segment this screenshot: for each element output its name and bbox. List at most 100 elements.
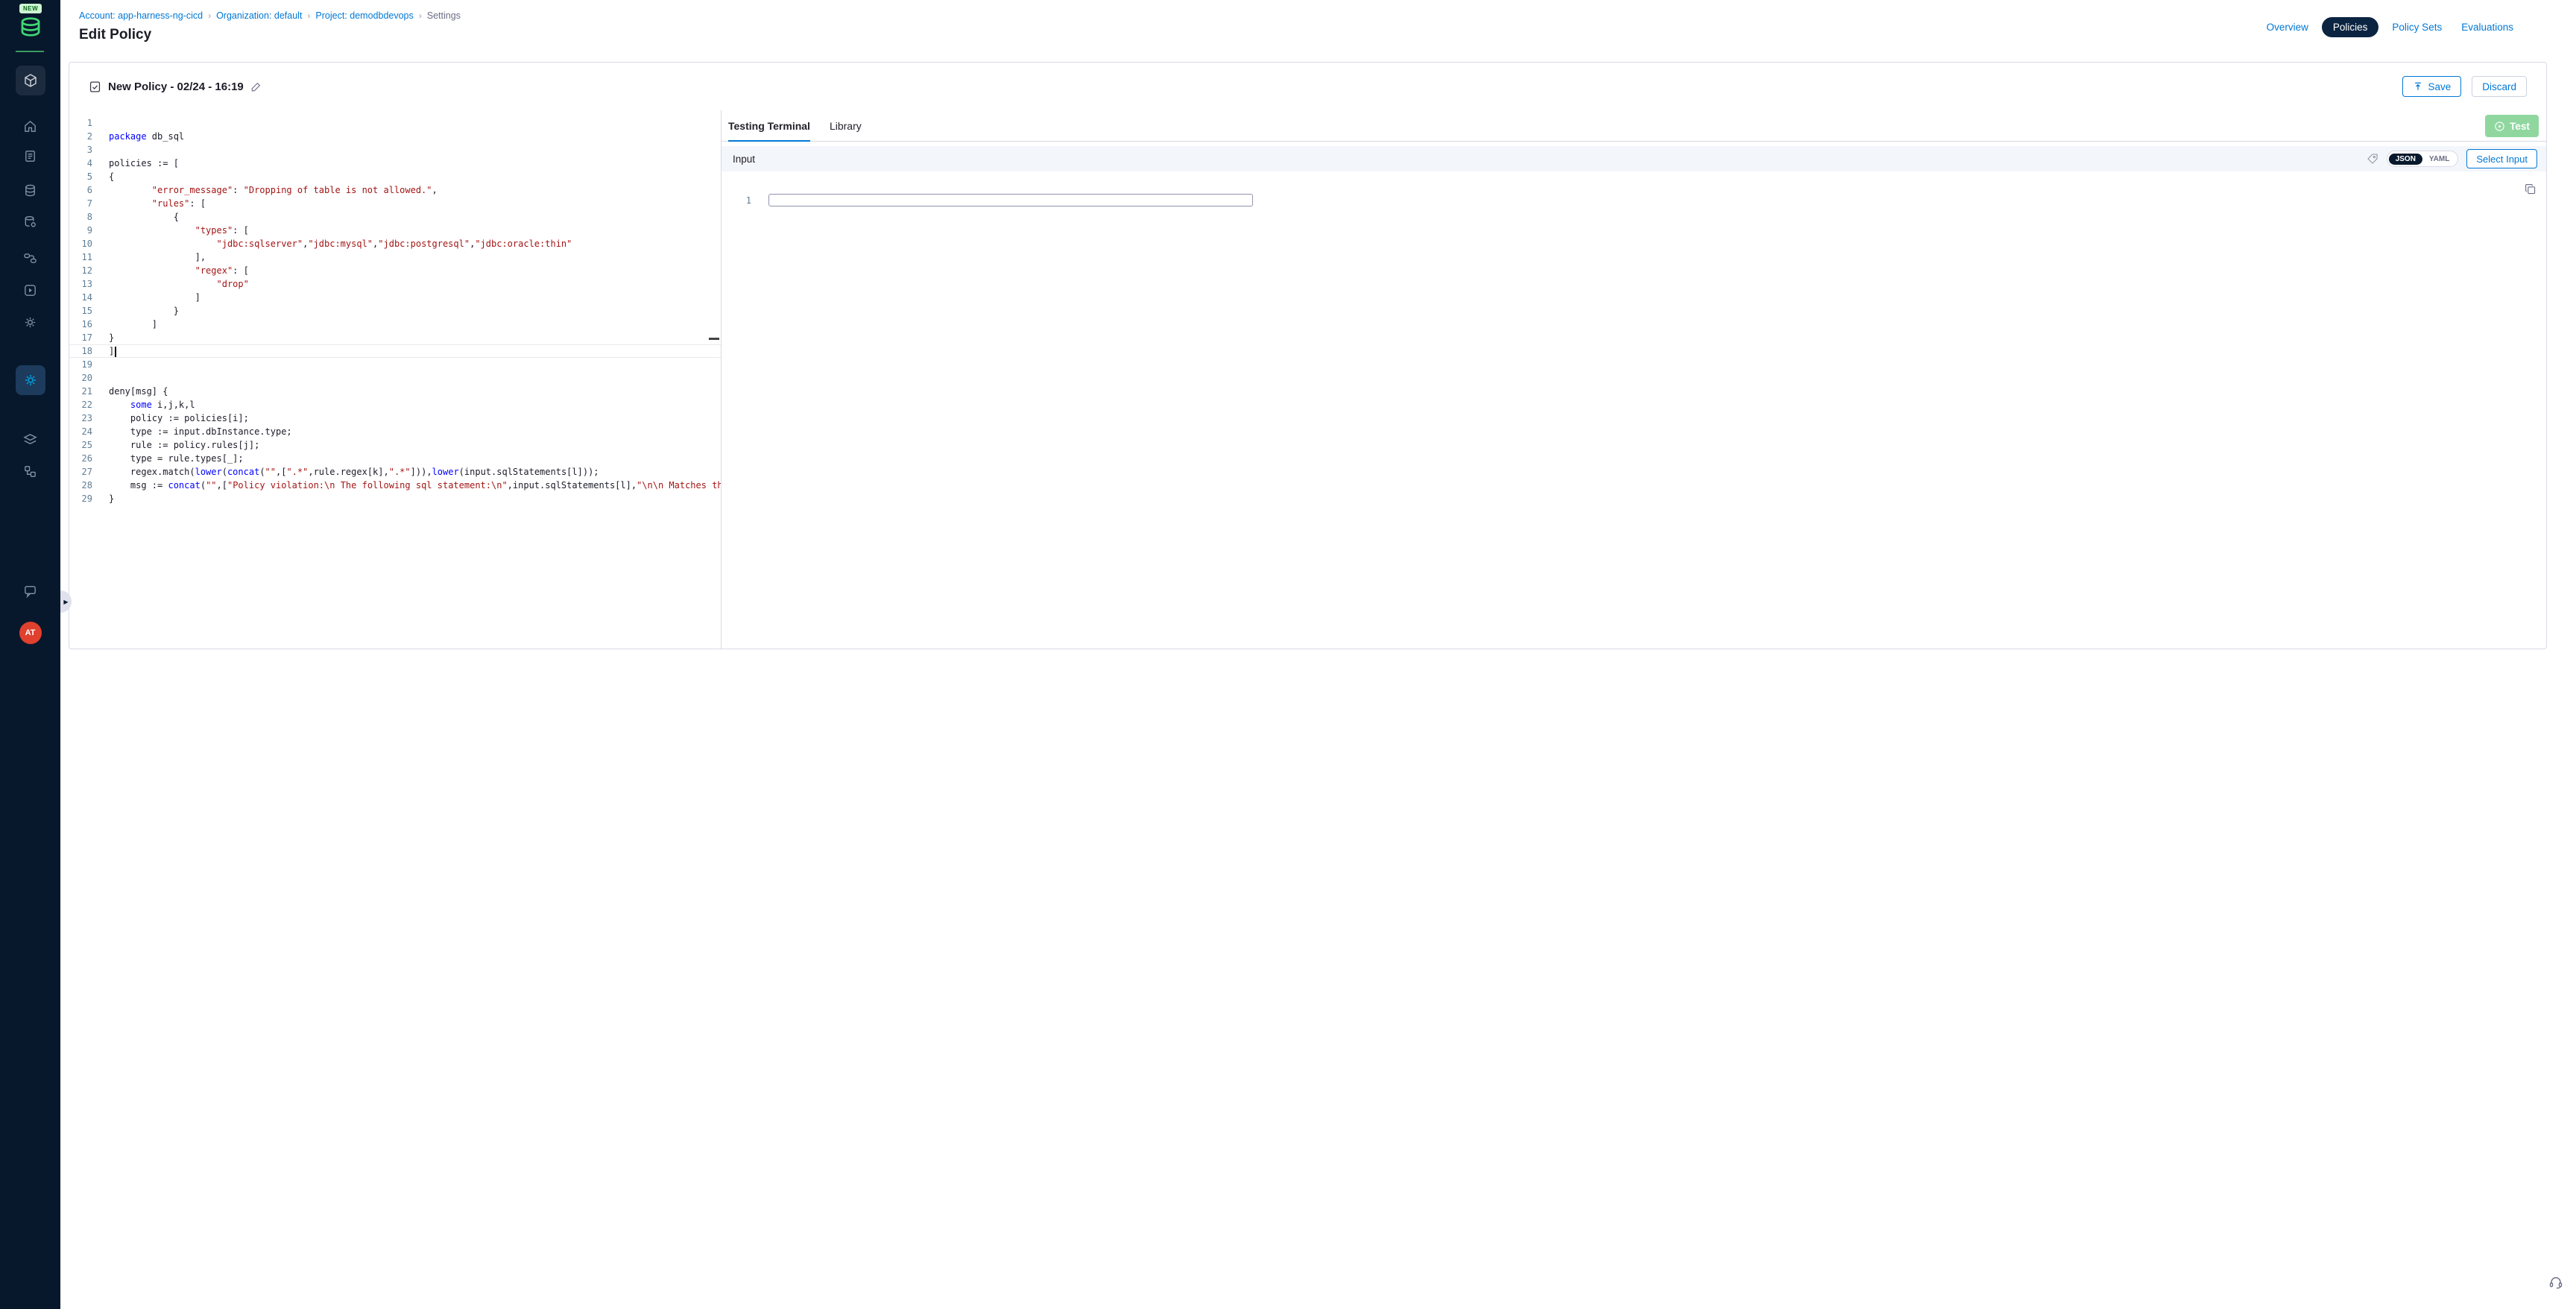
nav-tab-evaluations[interactable]: Evaluations <box>2455 17 2519 37</box>
code-line: "error_message": "Dropping of table is n… <box>109 183 721 197</box>
line-number: 26 <box>69 452 92 465</box>
breadcrumb-item[interactable]: Account: app-harness-ng-cicd <box>79 10 203 21</box>
breadcrumb-separator: › <box>208 10 211 21</box>
code-line <box>109 143 721 157</box>
line-number: 9 <box>69 224 92 237</box>
format-option-yaml[interactable]: YAML <box>2422 154 2456 165</box>
edit-name-icon[interactable] <box>250 81 262 92</box>
line-number: 28 <box>69 479 92 492</box>
test-input-field[interactable] <box>768 194 1253 206</box>
select-input-label: Select Input <box>2476 154 2528 165</box>
line-number: 3 <box>69 143 92 157</box>
test-button[interactable]: Test <box>2485 115 2539 137</box>
code-line: "types": [ <box>109 224 721 237</box>
line-number: 23 <box>69 411 92 425</box>
gear-icon[interactable] <box>23 315 38 329</box>
breadcrumb: Account: app-harness-ng-cicd › Organizatio… <box>79 10 461 21</box>
editor-code: package db_sql policies := [ { "error_mess… <box>109 116 721 505</box>
input-section-label: Input <box>733 154 755 165</box>
code-line: regex.match(lower(concat("",[".*",rule.r… <box>109 465 721 479</box>
settings-nav-active[interactable] <box>16 365 45 395</box>
line-number: 17 <box>69 331 92 344</box>
code-line <box>109 371 721 385</box>
line-number: 16 <box>69 318 92 331</box>
test-input-terminal: 1 <box>722 171 2546 649</box>
code-line: deny[msg] { <box>109 385 721 398</box>
tab-testing-terminal[interactable]: Testing Terminal <box>728 110 810 141</box>
code-line: } <box>109 492 721 505</box>
line-number: 1 <box>69 116 92 130</box>
new-badge: NEW <box>19 4 42 13</box>
policy-card: New Policy - 02/24 - 16:19 Save Discard <box>69 62 2547 649</box>
breadcrumb-separator: › <box>419 10 422 21</box>
line-number: 22 <box>69 398 92 411</box>
line-number: 5 <box>69 170 92 183</box>
policy-file-icon <box>89 81 101 93</box>
nav-tab-policy-sets[interactable]: Policy Sets <box>2386 17 2448 37</box>
testing-tabs: Testing Terminal Library <box>722 110 2546 142</box>
support-icon[interactable] <box>2548 1275 2563 1290</box>
line-number: 21 <box>69 385 92 398</box>
save-button[interactable]: Save <box>2402 76 2461 97</box>
editor-overview-mark <box>709 338 719 340</box>
code-line: package db_sql <box>109 130 721 143</box>
chat-icon[interactable] <box>23 584 38 599</box>
database-settings-icon[interactable] <box>23 214 38 229</box>
code-line: type := input.dbInstance.type; <box>109 425 721 438</box>
editor-cursor <box>115 347 116 357</box>
line-number: 11 <box>69 250 92 264</box>
code-line: "drop" <box>109 277 721 291</box>
line-number: 10 <box>69 237 92 250</box>
code-line: policy := policies[i]; <box>109 411 721 425</box>
nav-tab-policies[interactable]: Policies <box>2322 17 2379 37</box>
input-bar: Input JSONYAML Select Input <box>722 146 2546 171</box>
executions-icon[interactable] <box>23 283 38 297</box>
main-area: Account: app-harness-ng-cicd › Organizatio… <box>60 0 2576 1309</box>
discard-label: Discard <box>2482 81 2516 92</box>
code-line: ] <box>109 318 721 331</box>
code-line: policies := [ <box>109 157 721 170</box>
settings-gear-icon <box>23 373 38 388</box>
format-toggle: JSONYAML <box>2387 151 2459 167</box>
breadcrumb-item[interactable]: Project: demodbdevops <box>315 10 413 21</box>
list-icon[interactable] <box>23 148 38 163</box>
line-number: 29 <box>69 492 92 505</box>
discard-button[interactable]: Discard <box>2472 76 2527 97</box>
harness-logo[interactable] <box>18 14 43 40</box>
database-icon[interactable] <box>23 183 38 198</box>
policy-name: New Policy - 02/24 - 16:19 <box>108 81 244 93</box>
code-line: rule := policy.rules[j]; <box>109 438 721 452</box>
line-number: 15 <box>69 304 92 318</box>
user-avatar[interactable]: AT <box>19 622 42 644</box>
format-option-json[interactable]: JSON <box>2389 154 2422 165</box>
tag-icon[interactable] <box>2367 153 2378 165</box>
code-line: ] <box>109 344 721 358</box>
policy-code-editor[interactable]: 1234567891011121314151617181920212223242… <box>69 110 721 649</box>
code-line: { <box>109 210 721 224</box>
breadcrumb-item[interactable]: Organization: default <box>216 10 302 21</box>
line-number: 13 <box>69 277 92 291</box>
code-line: some i,j,k,l <box>109 398 721 411</box>
copy-icon[interactable] <box>2525 183 2536 195</box>
page-title: Edit Policy <box>79 27 151 43</box>
pipelines-icon[interactable] <box>23 250 38 265</box>
layers-icon[interactable] <box>23 432 38 447</box>
line-number: 7 <box>69 197 92 210</box>
logo-underline <box>16 51 44 52</box>
code-line: "regex": [ <box>109 264 721 277</box>
tab-library[interactable]: Library <box>830 110 862 141</box>
nav-tab-overview[interactable]: Overview <box>2261 17 2314 37</box>
line-number: 24 <box>69 425 92 438</box>
module-selector[interactable] <box>16 66 45 95</box>
home-icon[interactable] <box>23 119 38 133</box>
line-number: 12 <box>69 264 92 277</box>
code-line: } <box>109 331 721 344</box>
line-number: 4 <box>69 157 92 170</box>
line-number: 6 <box>69 183 92 197</box>
breadcrumb-separator: › <box>307 10 310 21</box>
editor-gutter: 1234567891011121314151617181920212223242… <box>69 116 92 505</box>
breadcrumb-item[interactable]: Settings <box>427 10 461 21</box>
org-icon[interactable] <box>23 464 38 479</box>
select-input-button[interactable]: Select Input <box>2466 149 2537 168</box>
top-nav: Overview Policies Policy Sets Evaluations <box>2261 17 2519 37</box>
